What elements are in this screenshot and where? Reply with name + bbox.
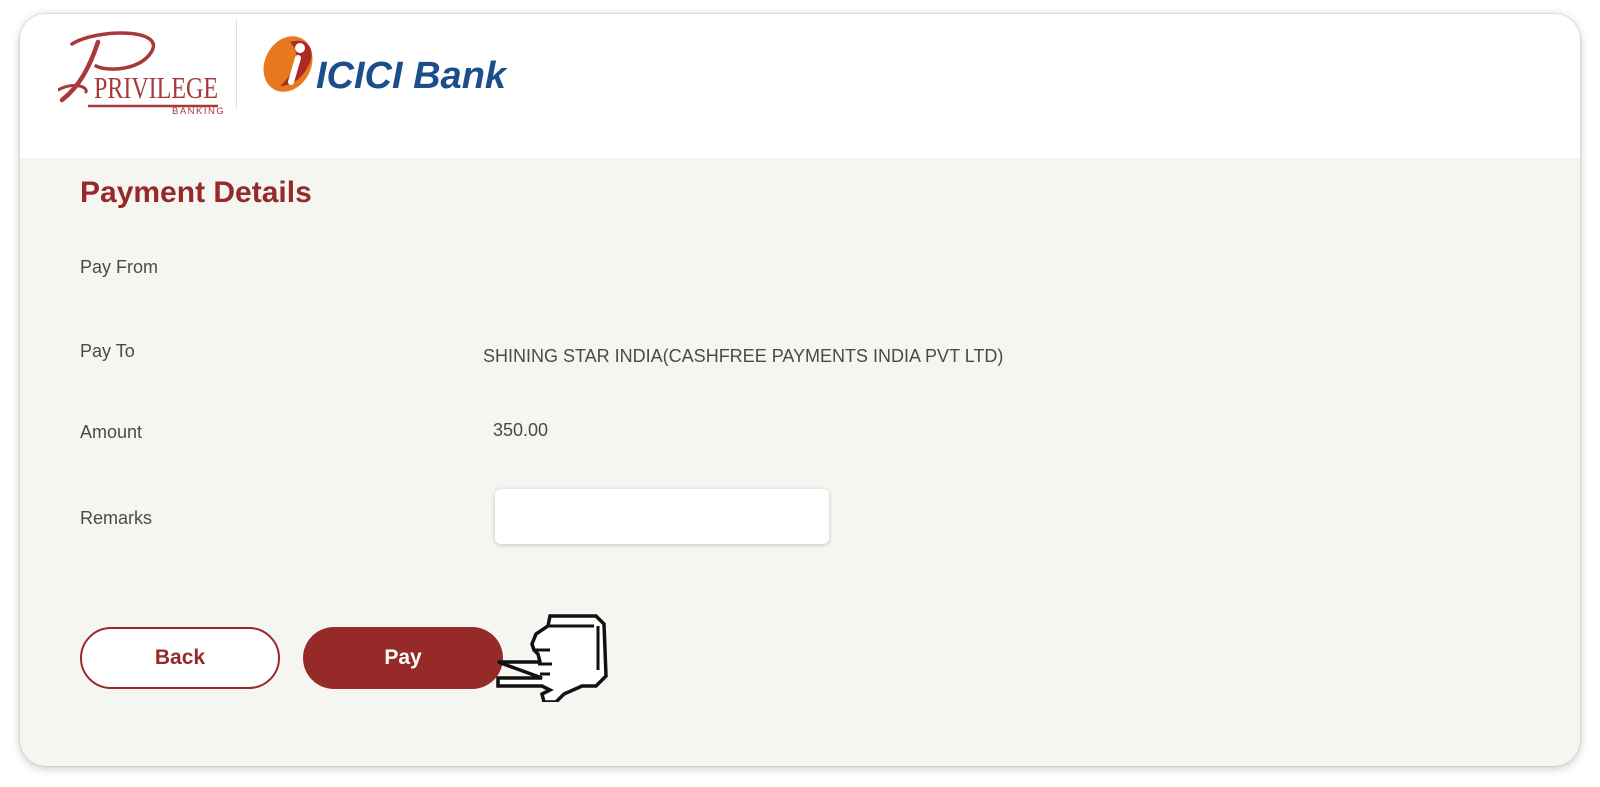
hand-pointer-icon (496, 614, 608, 702)
logo-divider (236, 18, 237, 110)
pay-to-label: Pay To (80, 341, 135, 361)
pay-button[interactable]: Pay (303, 627, 503, 689)
privilege-logo-subtext: BANKING (172, 106, 225, 114)
payment-card: PRIVILEGE BANKING ICICI Bank Payment Det… (20, 14, 1580, 766)
icici-bank-logo: ICICI Bank (263, 36, 508, 96)
bank-header: PRIVILEGE BANKING ICICI Bank (20, 14, 1580, 158)
amount-label: Amount (80, 422, 143, 442)
remarks-label: Remarks (80, 508, 153, 528)
icici-logo-text: ICICI Bank (316, 55, 508, 96)
pay-to-value: SHINING STAR INDIA(CASHFREE PAYMENTS IND… (483, 346, 1004, 366)
amount-value: 350.00 (493, 420, 549, 440)
remarks-input[interactable] (495, 489, 829, 544)
privilege-banking-logo: PRIVILEGE BANKING (58, 31, 225, 114)
back-button[interactable]: Back (80, 627, 280, 689)
privilege-logo-text: PRIVILEGE (94, 70, 218, 105)
page-title: Payment Details (80, 176, 312, 209)
pay-from-label: Pay From (80, 257, 159, 277)
